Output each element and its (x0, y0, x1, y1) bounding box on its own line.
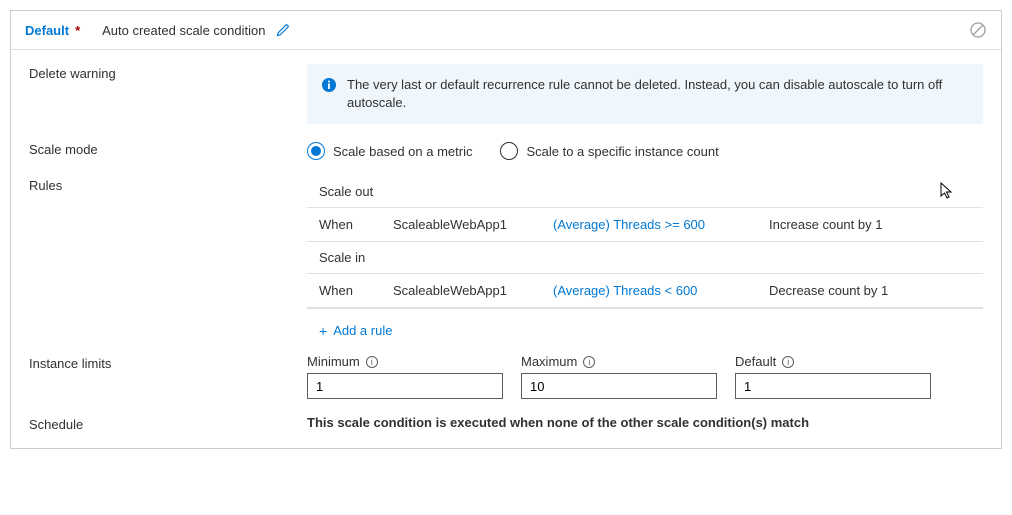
rules-label: Rules (29, 176, 307, 342)
add-rule-label: Add a rule (333, 323, 392, 338)
scale-out-header: Scale out (307, 176, 983, 207)
maximum-label: Maximum (521, 354, 577, 369)
rules-area: Scale out When ScaleableWebApp1 (Average… (307, 176, 983, 342)
add-rule-button[interactable]: + Add a rule (307, 308, 983, 342)
radio-icon (500, 142, 518, 160)
rule-action: Decrease count by 1 (769, 283, 888, 298)
schedule-row: Schedule This scale condition is execute… (29, 415, 983, 432)
maximum-input[interactable] (521, 373, 717, 399)
disable-icon[interactable] (969, 21, 987, 39)
instance-limits-row: Instance limits Minimum i Maximum i (29, 354, 983, 399)
radio-label: Scale to a specific instance count (526, 144, 718, 159)
title-subtitle: Auto created scale condition (102, 23, 265, 38)
radio-label: Scale based on a metric (333, 144, 472, 159)
info-icon (321, 77, 337, 96)
delete-warning-info: The very last or default recurrence rule… (307, 64, 983, 124)
rules-row: Rules Scale out When ScaleableWebApp1 (A… (29, 176, 983, 342)
schedule-text: This scale condition is executed when no… (307, 415, 983, 430)
radio-scale-specific[interactable]: Scale to a specific instance count (500, 142, 718, 160)
minimum-field: Minimum i (307, 354, 503, 399)
scale-in-rule[interactable]: When ScaleableWebApp1 (Average) Threads … (307, 273, 983, 308)
help-icon[interactable]: i (583, 356, 595, 368)
edit-icon[interactable] (275, 22, 291, 38)
rule-target: ScaleableWebApp1 (393, 217, 553, 232)
rule-when: When (319, 217, 393, 232)
rule-condition: (Average) Threads < 600 (553, 283, 769, 298)
rule-action: Increase count by 1 (769, 217, 882, 232)
help-icon[interactable]: i (782, 356, 794, 368)
rule-when: When (319, 283, 393, 298)
scale-out-rule[interactable]: When ScaleableWebApp1 (Average) Threads … (307, 207, 983, 242)
delete-warning-row: Delete warning The very last or default … (29, 64, 983, 124)
title-default: Default (25, 23, 69, 38)
default-label: Default (735, 354, 776, 369)
maximum-field: Maximum i (521, 354, 717, 399)
scale-mode-row: Scale mode Scale based on a metric Scale… (29, 140, 983, 160)
schedule-label: Schedule (29, 415, 307, 432)
instance-limits-label: Instance limits (29, 354, 307, 399)
scale-condition-panel: Default * Auto created scale condition De… (10, 10, 1002, 449)
help-icon[interactable]: i (366, 356, 378, 368)
scale-mode-radio-group: Scale based on a metric Scale to a speci… (307, 140, 983, 160)
radio-icon (307, 142, 325, 160)
panel-header: Default * Auto created scale condition (11, 11, 1001, 50)
scale-in-header: Scale in (307, 242, 983, 273)
title-required-asterisk: * (75, 23, 80, 38)
delete-warning-label: Delete warning (29, 64, 307, 124)
plus-icon: + (319, 324, 327, 338)
minimum-input[interactable] (307, 373, 503, 399)
scale-mode-label: Scale mode (29, 140, 307, 160)
rule-condition: (Average) Threads >= 600 (553, 217, 769, 232)
rule-target: ScaleableWebApp1 (393, 283, 553, 298)
default-input[interactable] (735, 373, 931, 399)
delete-warning-text: The very last or default recurrence rule… (347, 76, 969, 112)
radio-scale-metric[interactable]: Scale based on a metric (307, 142, 472, 160)
minimum-label: Minimum (307, 354, 360, 369)
default-field: Default i (735, 354, 931, 399)
